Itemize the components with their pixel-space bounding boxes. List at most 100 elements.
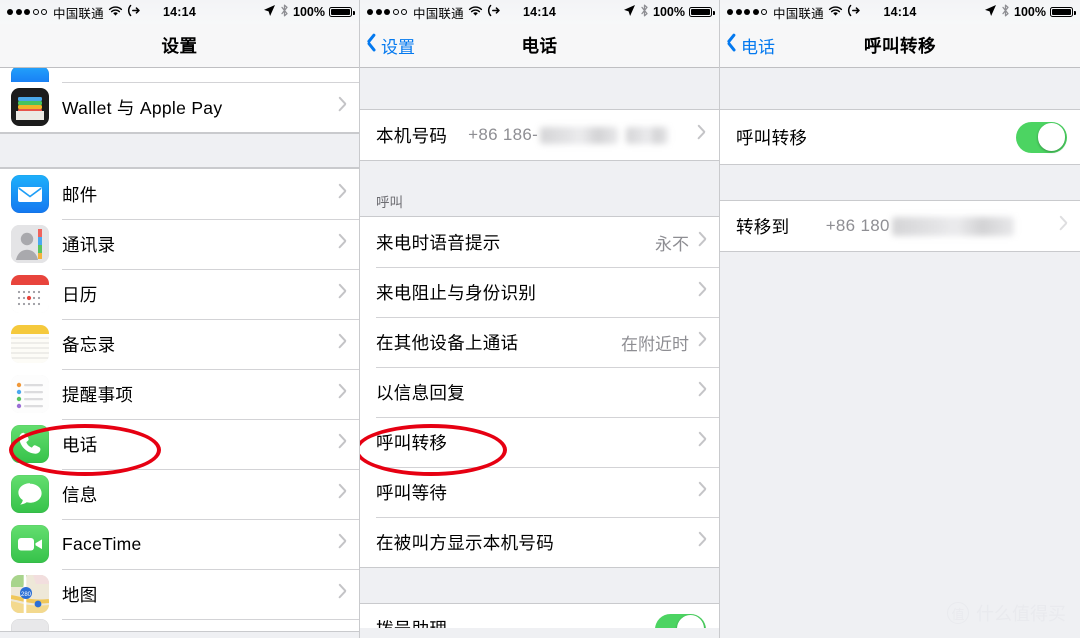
- battery-icon: [689, 7, 715, 17]
- maps-icon: 280: [11, 575, 49, 613]
- navbar-phone: 设置 电话: [360, 24, 719, 68]
- top-spacer: [360, 68, 719, 110]
- chevron-right-icon: [1058, 219, 1067, 234]
- chevron-right-icon: [697, 335, 706, 350]
- back-button[interactable]: 设置: [360, 33, 415, 58]
- sidebar-item-reminders[interactable]: 提醒事项: [0, 369, 359, 419]
- settings-group-separator: [0, 133, 359, 168]
- settings-list[interactable]: Wallet 与 Apple Pay 邮件 通讯录 日历 备忘录 提醒事项 电话…: [0, 68, 359, 638]
- chevron-right-icon: [697, 128, 706, 143]
- app-store-icon: [11, 68, 49, 82]
- list-item-partial-bottom[interactable]: [0, 619, 359, 631]
- sidebar-item-label: 备忘录: [62, 334, 116, 355]
- chevron-right-icon: [337, 587, 346, 602]
- section-header-calls: 呼叫: [360, 185, 719, 217]
- forward-to-value: +86 180: [826, 216, 1022, 236]
- navbar-forwarding: 电话 呼叫转移: [720, 24, 1080, 68]
- row-label: 呼叫等待: [376, 482, 448, 503]
- row-value: 在附近时: [621, 334, 689, 354]
- chevron-right-icon: [697, 435, 706, 450]
- sidebar-item-messages[interactable]: 信息: [0, 469, 359, 519]
- carrier-label: 中国联通: [53, 6, 104, 21]
- status-bar-settings: 中国联通 14:14 100%: [0, 0, 359, 24]
- calendar-icon: [11, 275, 49, 313]
- row-label: 来电时语音提示: [376, 232, 501, 253]
- row-show-caller-id[interactable]: 在被叫方显示本机号码: [360, 517, 719, 567]
- row-label: 转移到: [736, 216, 790, 237]
- chevron-right-icon: [697, 385, 706, 400]
- reminders-icon: [11, 375, 49, 413]
- section-spacer: [720, 165, 1080, 200]
- sidebar-item-notes[interactable]: 备忘录: [0, 319, 359, 369]
- sidebar-item-wallet[interactable]: Wallet 与 Apple Pay: [0, 82, 359, 132]
- my-number-value: +86 186-: [468, 125, 676, 145]
- row-calls-other-devices[interactable]: 在其他设备上通话 在附近时: [360, 317, 719, 367]
- phone-settings-list[interactable]: 本机号码 +86 186- 呼叫 来电时语音提示 永不 来电阻止与身份识别 在其…: [360, 68, 719, 638]
- three-panel-screenshot: 中国联通 14:14 100% 设置 Wallet 与 Apple Pay 邮件…: [0, 0, 1080, 638]
- row-my-number[interactable]: 本机号码 +86 186-: [360, 110, 719, 160]
- chevron-right-icon: [337, 237, 346, 252]
- my-number-prefix: +86 186-: [468, 125, 539, 144]
- call-forwarding-toggle[interactable]: [1016, 121, 1067, 153]
- row-call-forwarding[interactable]: 呼叫转移: [360, 417, 719, 467]
- notes-icon: [11, 325, 49, 363]
- row-label: 本机号码: [376, 125, 448, 146]
- row-call-waiting[interactable]: 呼叫等待: [360, 467, 719, 517]
- svg-text:280: 280: [21, 592, 32, 598]
- status-right-group: 100%: [984, 4, 1076, 20]
- row-call-blocking[interactable]: 来电阻止与身份识别: [360, 267, 719, 317]
- row-voice-prompt[interactable]: 来电时语音提示 永不: [360, 217, 719, 267]
- sidebar-item-label: 邮件: [62, 184, 98, 205]
- status-right-group: 100%: [623, 4, 715, 20]
- sidebar-item-label: FaceTime: [62, 533, 142, 554]
- sidebar-item-calendar[interactable]: 日历: [0, 269, 359, 319]
- row-forward-to[interactable]: 转移到 +86 180: [720, 201, 1080, 251]
- panel-settings: 中国联通 14:14 100% 设置 Wallet 与 Apple Pay 邮件…: [0, 0, 360, 638]
- next-app-icon: [11, 619, 49, 631]
- call-forwarding-list[interactable]: 呼叫转移 转移到 +86 180: [720, 68, 1080, 638]
- chevron-right-icon: [337, 187, 346, 202]
- chevron-right-icon: [337, 287, 346, 302]
- row-label: 呼叫转移: [376, 432, 448, 453]
- chevron-right-icon: [337, 337, 346, 352]
- top-spacer: [720, 68, 1080, 110]
- wifi-icon: [468, 5, 483, 20]
- row-label: 来电阻止与身份识别: [376, 282, 537, 303]
- status-left-group: 中国联通: [727, 3, 861, 22]
- carrier-label: 中国联通: [413, 6, 464, 21]
- bluetooth-icon: [640, 4, 649, 20]
- row-dial-assist[interactable]: 拨号助理: [360, 604, 719, 628]
- row-respond-with-text[interactable]: 以信息回复: [360, 367, 719, 417]
- row-label: 呼叫转移: [736, 127, 808, 148]
- settings-group-apps: 邮件 通讯录 日历 备忘录 提醒事项 电话 信息 FaceTime 280 地图: [0, 168, 359, 632]
- back-button-label: 电话: [741, 38, 775, 57]
- dial-assist-toggle[interactable]: [655, 613, 706, 628]
- settings-group-partial-top: Wallet 与 Apple Pay: [0, 68, 359, 133]
- chevron-left-icon: [367, 36, 378, 55]
- back-button-label: 设置: [381, 38, 415, 57]
- sidebar-item-phone[interactable]: 电话: [0, 419, 359, 469]
- panel-call-forwarding: 中国联通 14:14 100% 电话 呼叫转移 呼叫转移 转移到 +86 180…: [720, 0, 1080, 638]
- redacted-number-block: [626, 126, 669, 144]
- carrier-label: 中国联通: [773, 6, 824, 21]
- row-label: 在其他设备上通话: [376, 332, 519, 353]
- back-button[interactable]: 电话: [720, 33, 775, 58]
- sidebar-item-label: 通讯录: [62, 234, 116, 255]
- chevron-right-icon: [337, 537, 346, 552]
- row-label: 以信息回复: [376, 382, 465, 403]
- list-item-partial-top[interactable]: [0, 68, 359, 82]
- sidebar-item-facetime[interactable]: FaceTime: [0, 519, 359, 569]
- bluetooth-icon: [1001, 4, 1010, 20]
- sidebar-item-mail[interactable]: 邮件: [0, 169, 359, 219]
- row-call-forwarding-toggle[interactable]: 呼叫转移: [720, 110, 1080, 164]
- location-arrow-icon: [984, 4, 997, 20]
- panel-phone: 中国联通 14:14 100% 设置 电话 本机号码 +86 186- 呼叫 来…: [360, 0, 720, 638]
- battery-icon: [329, 7, 355, 17]
- sidebar-item-contacts[interactable]: 通讯录: [0, 219, 359, 269]
- sidebar-item-maps[interactable]: 280 地图: [0, 569, 359, 619]
- forward-to-prefix: +86 180: [825, 216, 890, 235]
- mail-icon: [11, 175, 49, 213]
- chevron-right-icon: [697, 285, 706, 300]
- chevron-right-icon: [697, 535, 706, 550]
- row-label: 拨号助理: [376, 616, 447, 629]
